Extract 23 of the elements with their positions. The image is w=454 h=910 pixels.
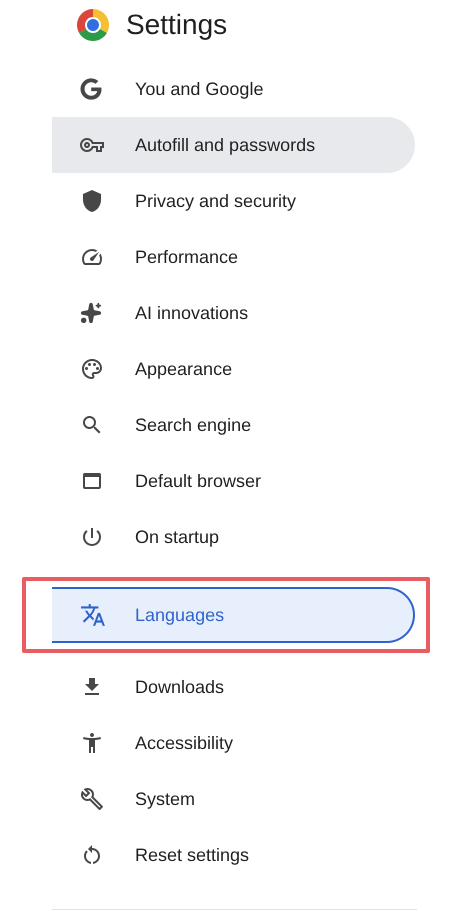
- wrench-icon: [80, 787, 104, 812]
- page-title: Settings: [126, 8, 228, 41]
- menu-item[interactable]: Privacy and security: [52, 173, 415, 230]
- menu-item[interactable]: Performance: [52, 229, 415, 286]
- menu-item[interactable]: Autofill and passwords: [52, 117, 415, 174]
- translate-icon: [80, 602, 106, 628]
- palette-icon: [80, 357, 104, 382]
- menu-item[interactable]: Default browser: [52, 453, 415, 510]
- menu-item[interactable]: Downloads: [52, 659, 415, 716]
- menu-item[interactable]: Languages: [52, 587, 415, 644]
- menu-item[interactable]: Accessibility: [52, 715, 415, 772]
- shield-icon: [80, 189, 104, 214]
- menu-item[interactable]: Appearance: [52, 341, 415, 398]
- menu-item[interactable]: Search engine: [52, 397, 415, 454]
- menu-item[interactable]: You and Google: [52, 61, 415, 118]
- chrome-logo-icon: [76, 8, 110, 42]
- menu-item[interactable]: AI innovations: [52, 285, 415, 342]
- person-icon: [80, 731, 104, 756]
- sparkles-icon: [80, 302, 102, 324]
- menu-item[interactable]: On startup: [52, 509, 415, 566]
- menu-item[interactable]: Reset settings: [52, 827, 415, 884]
- menu-item[interactable]: System: [52, 771, 415, 828]
- g-letter-icon: [80, 78, 102, 100]
